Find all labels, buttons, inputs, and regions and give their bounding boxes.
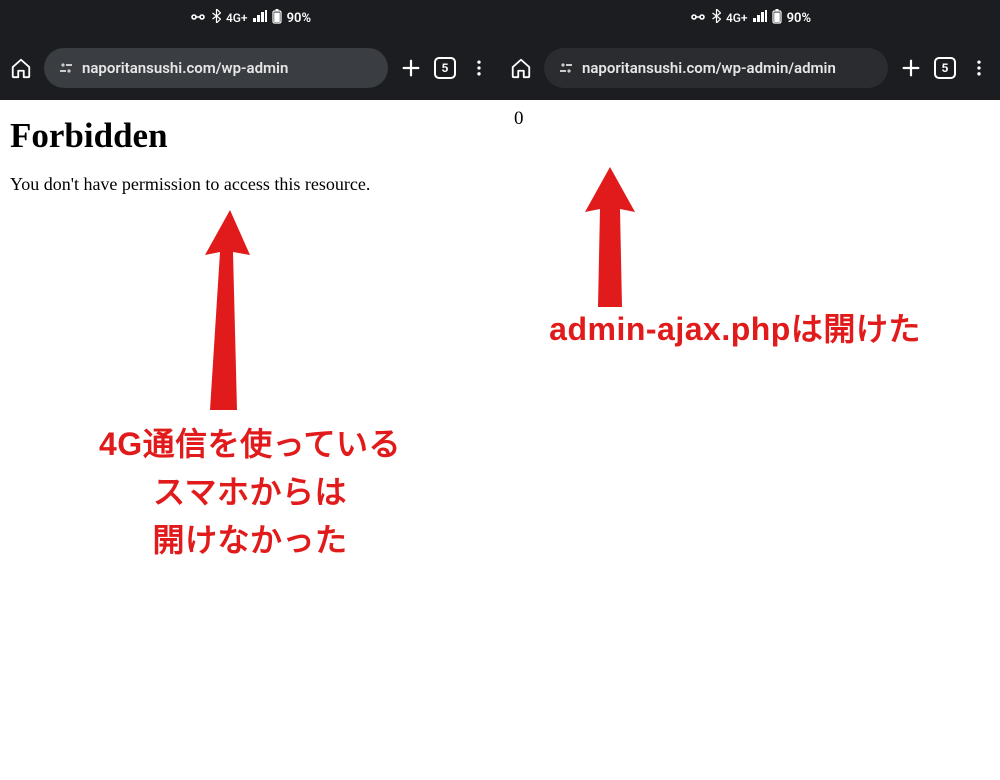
bluetooth-icon (712, 9, 721, 27)
url-text-left: naporitansushi.com/wp-admin (82, 59, 288, 77)
site-settings-icon (558, 60, 574, 76)
bluetooth-icon (212, 9, 221, 27)
forbidden-heading: Forbidden (10, 116, 490, 156)
network-label: 4G+ (226, 11, 248, 25)
home-button[interactable] (10, 57, 32, 79)
annotation-left: 4G通信を使っている スマホからは 開けなかった (30, 420, 470, 564)
right-browser-chrome: 4G+ 90% naporitansushi.com/wp-admin/admi… (500, 0, 1000, 100)
vpn-icon (189, 11, 207, 26)
more-menu-button[interactable] (968, 57, 990, 79)
more-menu-button[interactable] (468, 57, 490, 79)
left-browser-chrome: 4G+ 90% naporitansushi.com/wp-admin (0, 0, 500, 100)
battery-icon (272, 9, 282, 28)
right-page-content: 0 (500, 100, 1000, 138)
annotation-arrow-left (175, 200, 265, 420)
battery-percent: 90% (787, 11, 811, 26)
browser-toolbar-right: naporitansushi.com/wp-admin/admin 5 (500, 40, 1000, 96)
annotation-left-line2: スマホからは (30, 468, 470, 516)
forbidden-message: You don't have permission to access this… (10, 174, 490, 195)
browser-toolbar-left: naporitansushi.com/wp-admin 5 (0, 40, 500, 96)
home-button[interactable] (510, 57, 532, 79)
signal-icon (753, 10, 767, 26)
signal-icon (253, 10, 267, 26)
battery-percent: 90% (287, 11, 311, 26)
network-label: 4G+ (726, 11, 748, 25)
new-tab-button[interactable] (900, 57, 922, 79)
response-body: 0 (514, 108, 990, 130)
tab-switcher-button[interactable]: 5 (934, 57, 956, 79)
address-bar-left[interactable]: naporitansushi.com/wp-admin (44, 48, 388, 88)
status-bar-left: 4G+ 90% (0, 0, 500, 36)
annotation-left-line3: 開けなかった (30, 516, 470, 564)
vpn-icon (689, 11, 707, 26)
left-page-content: Forbidden You don't have permission to a… (0, 100, 500, 203)
annotation-left-line1: 4G通信を使っている (30, 420, 470, 468)
status-bar-right: 4G+ 90% (500, 0, 1000, 36)
address-bar-right[interactable]: naporitansushi.com/wp-admin/admin (544, 48, 888, 88)
new-tab-button[interactable] (400, 57, 422, 79)
annotation-arrow-right (570, 162, 650, 312)
url-text-right: naporitansushi.com/wp-admin/admin (582, 59, 836, 77)
browser-top-bars: 4G+ 90% naporitansushi.com/wp-admin (0, 0, 1000, 100)
annotation-right: admin-ajax.phpは開けた (475, 305, 995, 353)
battery-icon (772, 9, 782, 28)
site-settings-icon (58, 60, 74, 76)
tab-switcher-button[interactable]: 5 (434, 57, 456, 79)
